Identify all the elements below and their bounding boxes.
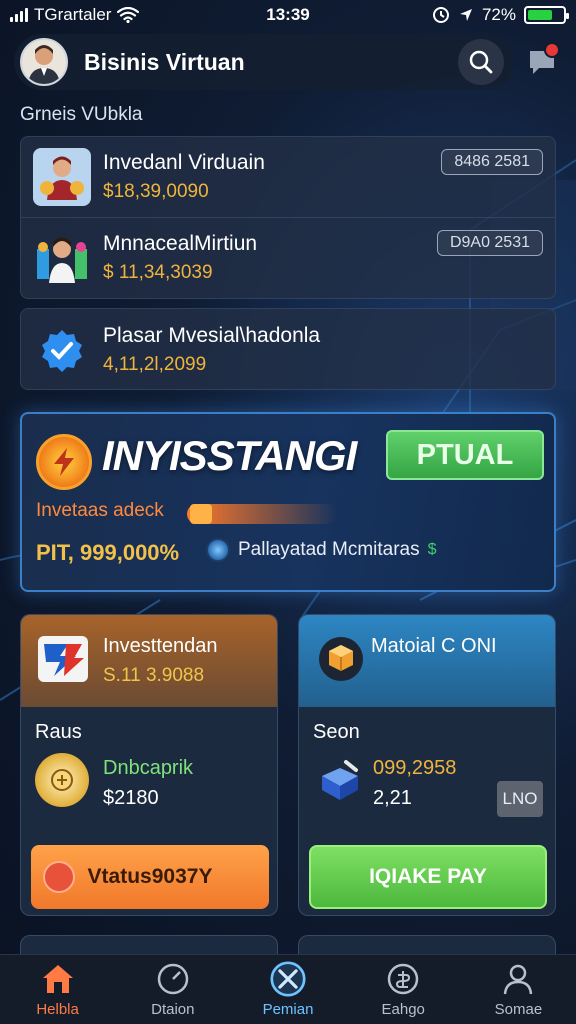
card-action-button[interactable]: Vtatus9037Y [31,845,269,909]
cube-icon [313,631,369,687]
list-item-tag: 8486 2581 [441,149,543,175]
banner-info-text: Pallayatad Mcmitaras [238,539,420,560]
section-label: Grneis VUbkla [20,104,143,125]
material-card[interactable]: Matoial C ONI Seon 099,2958 2,21 LNO IQI… [298,614,556,916]
verified-badge-icon [33,321,91,379]
list-item-title: Plasar Mvesial\hadonla [103,324,321,347]
card-main-text: Dnbcaprik [103,757,194,779]
card-label: Seon [313,721,360,743]
flag-logo-icon [35,631,91,687]
business-avatar-icon [33,148,91,206]
card-sub-text: $2180 [103,787,159,809]
notification-badge [544,42,560,58]
lightning-logo-icon [36,434,92,490]
banner-stat: PIT, 999,000% [36,540,180,565]
nav-label: Pemian [262,1001,314,1018]
nav-label: Helbla [36,1001,79,1018]
list-item-title: Invedanl Virduain [103,151,265,174]
avatar[interactable] [20,38,68,86]
search-icon [469,50,493,74]
card-main-text: 099,2958 [373,757,457,779]
card-action-label: Vtatus9037Y [87,865,213,888]
dial-icon [155,961,191,997]
nav-label: Somae [494,1001,543,1018]
list-item-value: 4,11,2l,2099 [103,354,207,375]
card-action-button[interactable]: IQIAKE PAY [309,845,547,909]
nav-item-profile[interactable]: Somae [461,955,576,1024]
list-item[interactable]: Plasar Mvesial\hadonla 4,11,2l,2099 [21,309,555,391]
nav-item-coins[interactable]: Eahgo [346,955,461,1024]
search-button[interactable] [458,39,504,85]
card-header: Investtendan S.11 3.9088 [21,615,277,707]
shopping-box-icon [313,753,367,807]
banner-title: INYISSTANGI [102,432,357,479]
nav-label: Eahgo [381,1001,425,1018]
banner-info: Pallayatad Mcmitaras $ [206,538,437,562]
list-item[interactable]: MnnacealMirtiun $ 11,34,3039 D9A0 2531 [21,217,555,297]
nav-item-home[interactable]: Helbla [0,955,115,1024]
card-label: Raus [35,721,82,743]
home-icon [40,961,76,997]
list-item-title: MnnacealMirtiun [103,231,258,255]
messages-button[interactable] [522,42,562,82]
list-item-value: $18,39,0090 [103,181,209,202]
crossed-swords-icon [270,961,306,997]
person-icon [28,45,60,84]
list-item[interactable]: Invedanl Virduain $18,39,0090 8486 2581 [21,137,555,217]
banner-progress-tip [190,504,212,524]
nav-item-stats[interactable]: Dtaion [115,955,230,1024]
list-item-value: $ 11,34,3039 [103,261,213,283]
page-title: Bisinis Virtuan [84,48,245,75]
status-time: 13:39 [266,5,310,24]
globe-icon [206,538,230,562]
banner-subtitle: Invetaas adeck [36,500,164,521]
user-icon [500,961,536,997]
app-header: Bisinis Virtuan [14,34,514,90]
button-badge-icon [43,861,75,893]
business-list-secondary: Plasar Mvesial\hadonla 4,11,2l,2099 [20,308,556,390]
bottom-nav: Helbla Dtaion Pemian Eahgo Somae [0,954,576,1024]
card-sub-text: 2,21 [373,787,412,809]
coin-nav-icon [385,961,421,997]
promo-banner[interactable]: INYISSTANGI PTUAL Invetaas adeck PIT, 99… [20,412,556,592]
business-shop-icon [33,229,91,287]
coin-icon [35,753,89,807]
battery-icon [524,6,569,24]
business-list: Invedanl Virduain $18,39,0090 8486 2581 … [20,136,556,299]
status-bar: TGrartaler 13:39 72% [0,0,576,30]
banner-info-suffix: $ [427,541,437,558]
nav-item-premium[interactable]: Pemian [230,955,345,1024]
banner-action-button[interactable]: PTUAL [386,430,544,480]
card-title: Investtendan [103,635,218,657]
list-item-tag: D9A0 2531 [436,230,543,256]
card-title: Matoial C ONI [371,635,497,657]
card-value: S.11 3.9088 [103,665,205,686]
card-header: Matoial C ONI [299,615,555,707]
card-chip[interactable]: LNO [497,781,543,817]
investment-card[interactable]: Investtendan S.11 3.9088 Raus Dnbcaprik … [20,614,278,916]
nav-label: Dtaion [151,1001,195,1018]
